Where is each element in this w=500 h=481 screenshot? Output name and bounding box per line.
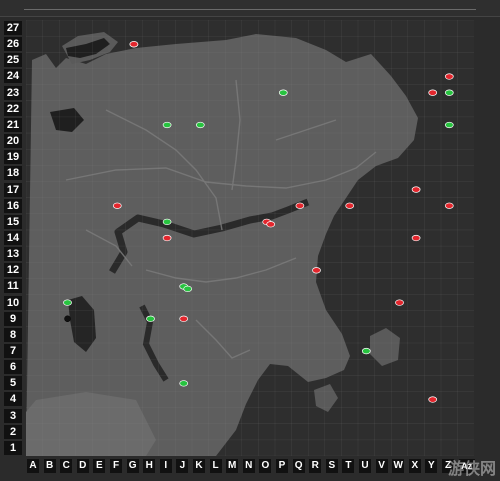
col-label-l: L <box>209 459 222 473</box>
col-label-y: Y <box>425 459 438 473</box>
col-label-d: D <box>76 459 89 473</box>
green-marker[interactable] <box>63 299 72 306</box>
black-marker[interactable] <box>64 315 71 323</box>
col-label-w: W <box>392 459 405 473</box>
row-label-2: 2 <box>4 424 22 439</box>
red-marker[interactable] <box>395 299 404 306</box>
green-marker[interactable] <box>278 89 288 96</box>
red-marker[interactable] <box>112 202 122 209</box>
row-label-3: 3 <box>4 408 22 423</box>
row-label-1: 1 <box>4 440 22 455</box>
row-label-5: 5 <box>4 376 22 391</box>
row-label-19: 19 <box>4 150 22 165</box>
green-marker[interactable] <box>183 285 193 293</box>
col-label-e: E <box>93 459 106 473</box>
col-label-g: G <box>126 459 139 473</box>
col-label-i: I <box>159 459 172 473</box>
col-label-f: F <box>110 459 122 473</box>
red-marker[interactable] <box>428 89 438 96</box>
top-bar <box>0 0 500 17</box>
row-label-25: 25 <box>4 53 22 68</box>
col-label-p: P <box>276 459 288 473</box>
row-label-10: 10 <box>4 295 22 310</box>
green-marker[interactable] <box>444 121 454 129</box>
row-label-7: 7 <box>4 344 22 358</box>
green-marker[interactable] <box>361 347 371 355</box>
top-rule <box>24 9 476 10</box>
red-marker[interactable] <box>129 41 139 48</box>
red-marker[interactable] <box>444 202 454 209</box>
red-marker[interactable] <box>411 186 421 193</box>
row-label-16: 16 <box>4 198 22 213</box>
row-label-20: 20 <box>4 134 22 149</box>
green-marker[interactable] <box>195 121 205 129</box>
col-label-c: C <box>60 459 73 473</box>
green-marker[interactable] <box>146 315 155 322</box>
row-label-13: 13 <box>4 247 22 262</box>
green-marker[interactable] <box>162 218 172 226</box>
red-marker[interactable] <box>162 234 172 242</box>
row-label-15: 15 <box>4 214 22 229</box>
col-label-t: T <box>342 459 355 473</box>
green-marker[interactable] <box>179 380 189 387</box>
col-label-k: K <box>193 459 205 473</box>
red-marker[interactable] <box>444 73 454 80</box>
row-label-21: 21 <box>4 117 22 132</box>
red-marker[interactable] <box>345 202 355 209</box>
col-label-o: O <box>259 459 272 473</box>
green-marker[interactable] <box>162 121 172 129</box>
row-label-22: 22 <box>4 101 22 116</box>
col-label-h: H <box>143 459 156 473</box>
red-marker[interactable] <box>411 234 421 242</box>
row-label-14: 14 <box>4 230 22 245</box>
row-label-27: 27 <box>4 21 22 35</box>
row-label-26: 26 <box>4 37 22 52</box>
row-label-23: 23 <box>4 85 22 100</box>
col-label-j: J <box>176 459 189 473</box>
red-marker[interactable] <box>312 267 321 274</box>
x-axis-labels: A B C D E F G H I J K L M N O P Q R S T U V W X Y Z Az <box>24 456 500 481</box>
red-marker[interactable] <box>266 221 276 228</box>
row-label-4: 4 <box>4 392 22 407</box>
row-label-6: 6 <box>4 360 22 375</box>
red-marker[interactable] <box>428 396 438 403</box>
col-label-u: U <box>359 459 371 473</box>
world-map[interactable] <box>26 20 474 456</box>
watermark-text: 游侠网 <box>447 459 496 478</box>
row-label-24: 24 <box>4 69 22 84</box>
row-label-12: 12 <box>4 263 22 278</box>
row-label-9: 9 <box>4 311 22 326</box>
col-label-q: Q <box>292 459 305 473</box>
col-label-m: M <box>226 459 239 473</box>
col-label-s: S <box>325 459 338 473</box>
green-marker[interactable] <box>444 89 454 96</box>
y-axis-labels: 27 26 25 24 23 22 21 20 19 18 17 16 15 14 13 12 11 10 9 8 7 6… <box>0 20 24 456</box>
red-marker[interactable] <box>179 315 189 322</box>
col-label-b: B <box>43 459 56 473</box>
col-label-v: V <box>375 459 388 473</box>
col-label-r: R <box>309 459 322 473</box>
red-marker[interactable] <box>295 202 305 209</box>
col-label-n: N <box>242 459 255 473</box>
row-label-11: 11 <box>4 279 22 294</box>
glowing-sea <box>26 392 156 456</box>
row-label-8: 8 <box>4 327 22 342</box>
col-label-x: X <box>408 459 421 473</box>
row-label-17: 17 <box>4 182 22 197</box>
col-label-a: A <box>27 459 39 473</box>
row-label-18: 18 <box>4 166 22 181</box>
